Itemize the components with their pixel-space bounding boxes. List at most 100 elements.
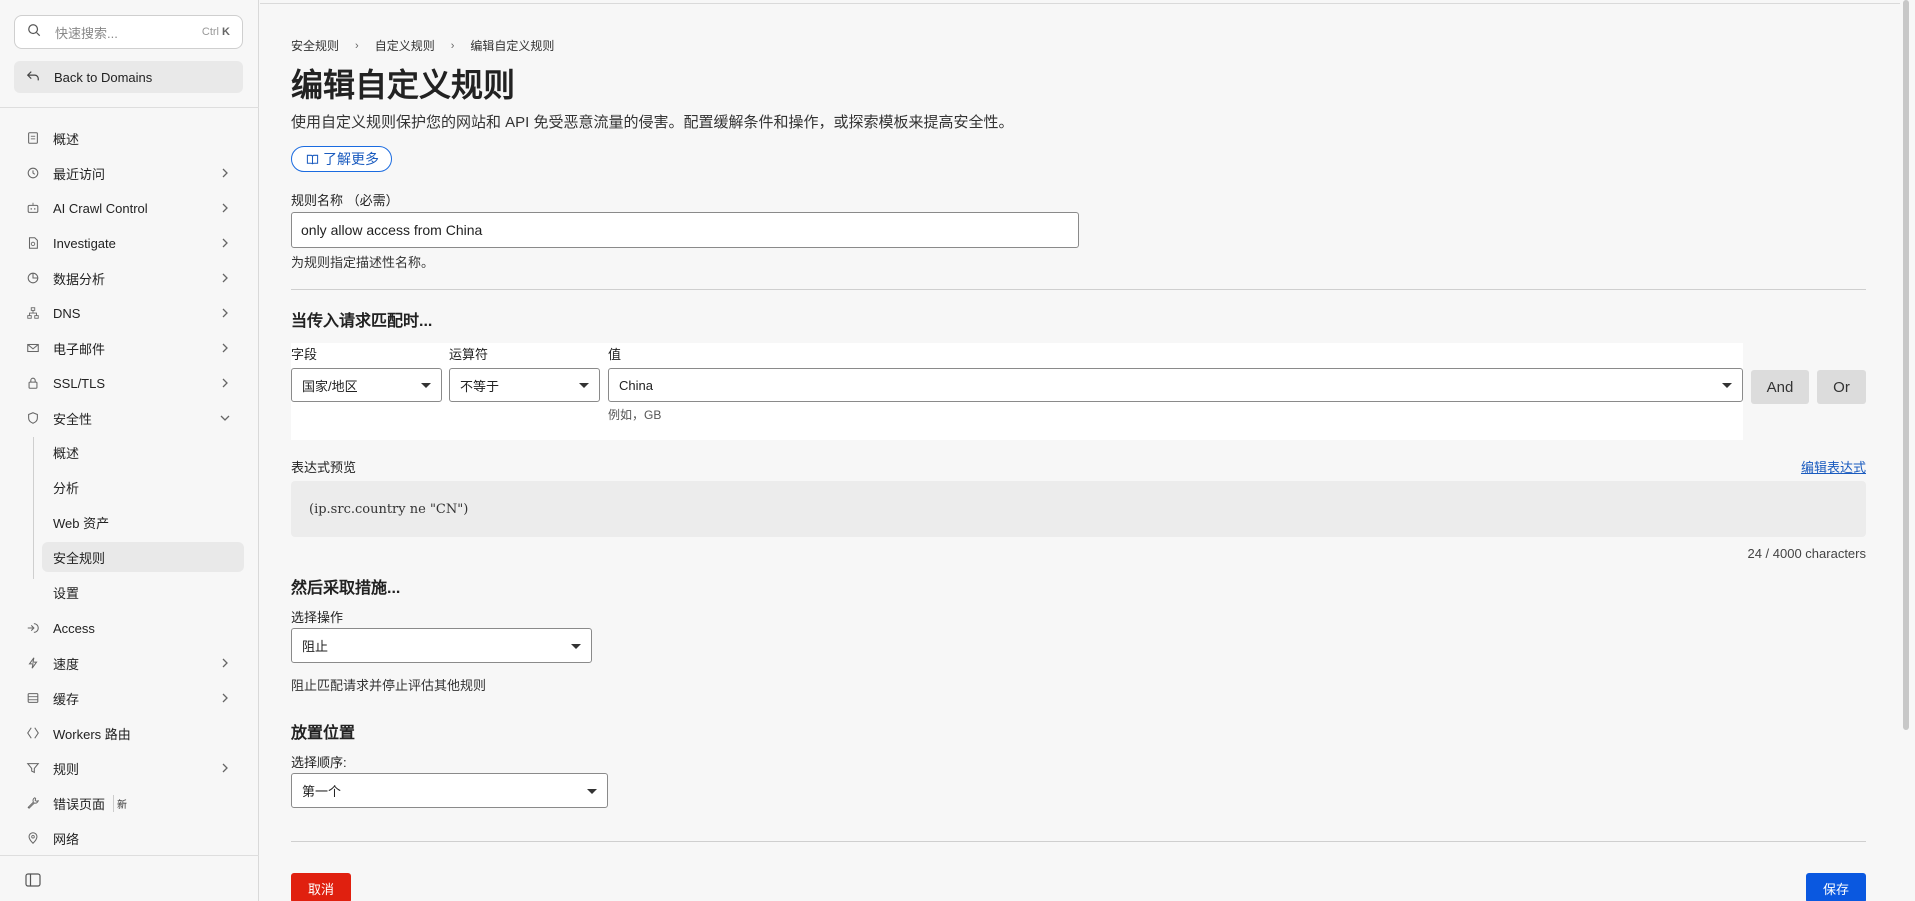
placement-heading: 放置位置 xyxy=(291,725,356,742)
sidebar-subitem-security-rules[interactable]: 安全规则 xyxy=(42,542,244,572)
book-icon xyxy=(306,154,319,164)
sidebar-divider xyxy=(0,107,259,108)
sidebar-subitem-label: 安全规则 xyxy=(53,550,106,566)
operator-select[interactable]: 不等于 xyxy=(449,368,600,402)
sidebar-item-ai-crawl-control[interactable]: AI Crawl Control xyxy=(0,193,259,223)
sidebar-divider xyxy=(0,855,259,856)
return-arrow-icon xyxy=(26,69,54,86)
sidebar-item-label: 安全性 xyxy=(53,411,93,427)
chevron-right-icon xyxy=(222,273,228,283)
or-button[interactable]: Or xyxy=(1817,370,1866,404)
cancel-button[interactable]: 取消 xyxy=(291,873,351,901)
back-to-domains-button[interactable]: Back to Domains xyxy=(14,61,243,93)
sidebar-item-workers-routes[interactable]: Workers 路由 xyxy=(0,718,259,748)
sidebar-item-label: 规则 xyxy=(53,761,80,777)
sidebar-subitem-label: 设置 xyxy=(53,585,80,601)
save-label: 保存 xyxy=(1822,881,1849,897)
sidebar-item-ssl-tls[interactable]: SSL/TLS xyxy=(0,368,259,398)
mail-icon xyxy=(26,341,40,355)
pie-chart-icon xyxy=(26,271,40,285)
sidebar-item-label: 网络 xyxy=(53,831,80,847)
sidebar-item-email[interactable]: 电子邮件 xyxy=(0,333,259,363)
sidebar-item-recent[interactable]: 最近访问 xyxy=(0,158,259,188)
sidebar-subitem-label: Web 资产 xyxy=(53,515,110,531)
bolt-icon xyxy=(26,656,40,670)
rule-name-input[interactable]: only allow access from China xyxy=(291,212,1079,248)
search-icon xyxy=(27,23,41,42)
placement-select-value: 第一个 xyxy=(302,784,342,799)
sidebar-item-network[interactable]: 网络 xyxy=(0,823,259,853)
magnify-document-icon xyxy=(26,236,40,250)
sidebar: 快速搜索... Ctrl K Back to Domains 概述 最近访问 A… xyxy=(0,0,259,901)
breadcrumb-current: 编辑自定义规则 xyxy=(470,39,555,53)
sidebar-item-overview[interactable]: 概述 xyxy=(0,123,259,153)
workers-icon xyxy=(26,726,40,740)
sidebar-subitem-label: 概述 xyxy=(53,445,80,461)
search-shortcut: Ctrl K xyxy=(201,26,230,38)
sidebar-item-dns[interactable]: DNS xyxy=(0,298,259,328)
chevron-right-icon xyxy=(222,343,228,353)
sidebar-subitem-settings[interactable]: 设置 xyxy=(42,577,244,607)
collapse-sidebar-icon[interactable] xyxy=(25,873,41,887)
chevron-right-icon xyxy=(222,308,228,318)
edit-expression-link[interactable]: 编辑表达式 xyxy=(1801,457,1866,476)
top-border xyxy=(260,0,1900,4)
action-help: 阻止匹配请求并停止评估其他规则 xyxy=(291,678,487,693)
value-label: 值 xyxy=(608,347,622,362)
action-heading: 然后采取措施... xyxy=(291,580,401,597)
sidebar-item-label: Workers 路由 xyxy=(53,726,131,742)
caret-down-icon xyxy=(571,643,581,649)
sidebar-item-label: 最近访问 xyxy=(53,166,106,182)
access-icon xyxy=(26,621,40,635)
placement-label: 选择顺序: xyxy=(291,755,347,770)
caret-down-icon xyxy=(579,383,589,388)
sidebar-subitem-analysis[interactable]: 分析 xyxy=(42,472,244,502)
sidebar-subitem-label: 分析 xyxy=(53,480,80,496)
save-button[interactable]: 保存 xyxy=(1806,873,1866,901)
chevron-right-icon xyxy=(222,378,228,388)
funnel-icon xyxy=(26,761,40,775)
sidebar-item-label: 概述 xyxy=(53,131,80,147)
value-select[interactable]: China xyxy=(608,368,1743,402)
submenu-rail xyxy=(33,437,34,579)
chevron-right-icon xyxy=(222,203,228,213)
action-select[interactable]: 阻止 xyxy=(291,628,592,663)
back-to-domains-label: Back to Domains xyxy=(54,69,153,85)
action-label: 选择操作 xyxy=(291,610,344,625)
placement-select[interactable]: 第一个 xyxy=(291,773,608,808)
sidebar-item-analytics[interactable]: 数据分析 xyxy=(0,263,259,293)
robot-icon xyxy=(26,201,40,215)
breadcrumb-security-rules[interactable]: 安全规则 xyxy=(291,37,339,54)
sidebar-item-speed[interactable]: 速度 xyxy=(0,648,259,678)
sidebar-item-label: SSL/TLS xyxy=(53,375,106,391)
section-divider xyxy=(291,289,1866,290)
sidebar-item-security[interactable]: 安全性 xyxy=(0,403,259,433)
action-select-value: 阻止 xyxy=(302,639,329,654)
learn-more-button[interactable]: 了解更多 xyxy=(291,146,392,172)
rule-name-value: only allow access from China xyxy=(301,222,483,238)
wrench-icon xyxy=(26,796,40,810)
value-select-value: China xyxy=(619,377,653,393)
scrollbar[interactable] xyxy=(1903,0,1909,730)
field-select[interactable]: 国家/地区 xyxy=(291,368,442,402)
sidebar-subitem-overview[interactable]: 概述 xyxy=(42,437,244,467)
caret-down-icon xyxy=(421,383,431,388)
page-title: 编辑自定义规则 xyxy=(291,67,516,103)
operator-label: 运算符 xyxy=(449,347,489,362)
breadcrumb-custom-rules[interactable]: 自定义规则 xyxy=(375,37,435,54)
sidebar-item-error-pages[interactable]: 错误页面 新 xyxy=(0,788,259,818)
expression-preview-label: 表达式预览 xyxy=(291,460,357,475)
sidebar-subitem-web-assets[interactable]: Web 资产 xyxy=(42,507,244,537)
sidebar-item-investigate[interactable]: Investigate xyxy=(0,228,259,258)
sidebar-item-cache[interactable]: 缓存 xyxy=(0,683,259,713)
chevron-right-icon xyxy=(222,238,228,248)
chevron-right-icon xyxy=(222,763,228,773)
lock-icon xyxy=(26,376,40,390)
sidebar-item-rules[interactable]: 规则 xyxy=(0,753,259,783)
chevron-down-icon xyxy=(220,415,230,421)
sidebar-item-access[interactable]: Access xyxy=(0,613,259,643)
character-counter: 24 / 4000 characters xyxy=(1747,546,1866,561)
search-box[interactable]: 快速搜索... Ctrl K xyxy=(14,15,243,49)
and-button[interactable]: And xyxy=(1751,370,1809,404)
pin-icon xyxy=(26,831,40,845)
